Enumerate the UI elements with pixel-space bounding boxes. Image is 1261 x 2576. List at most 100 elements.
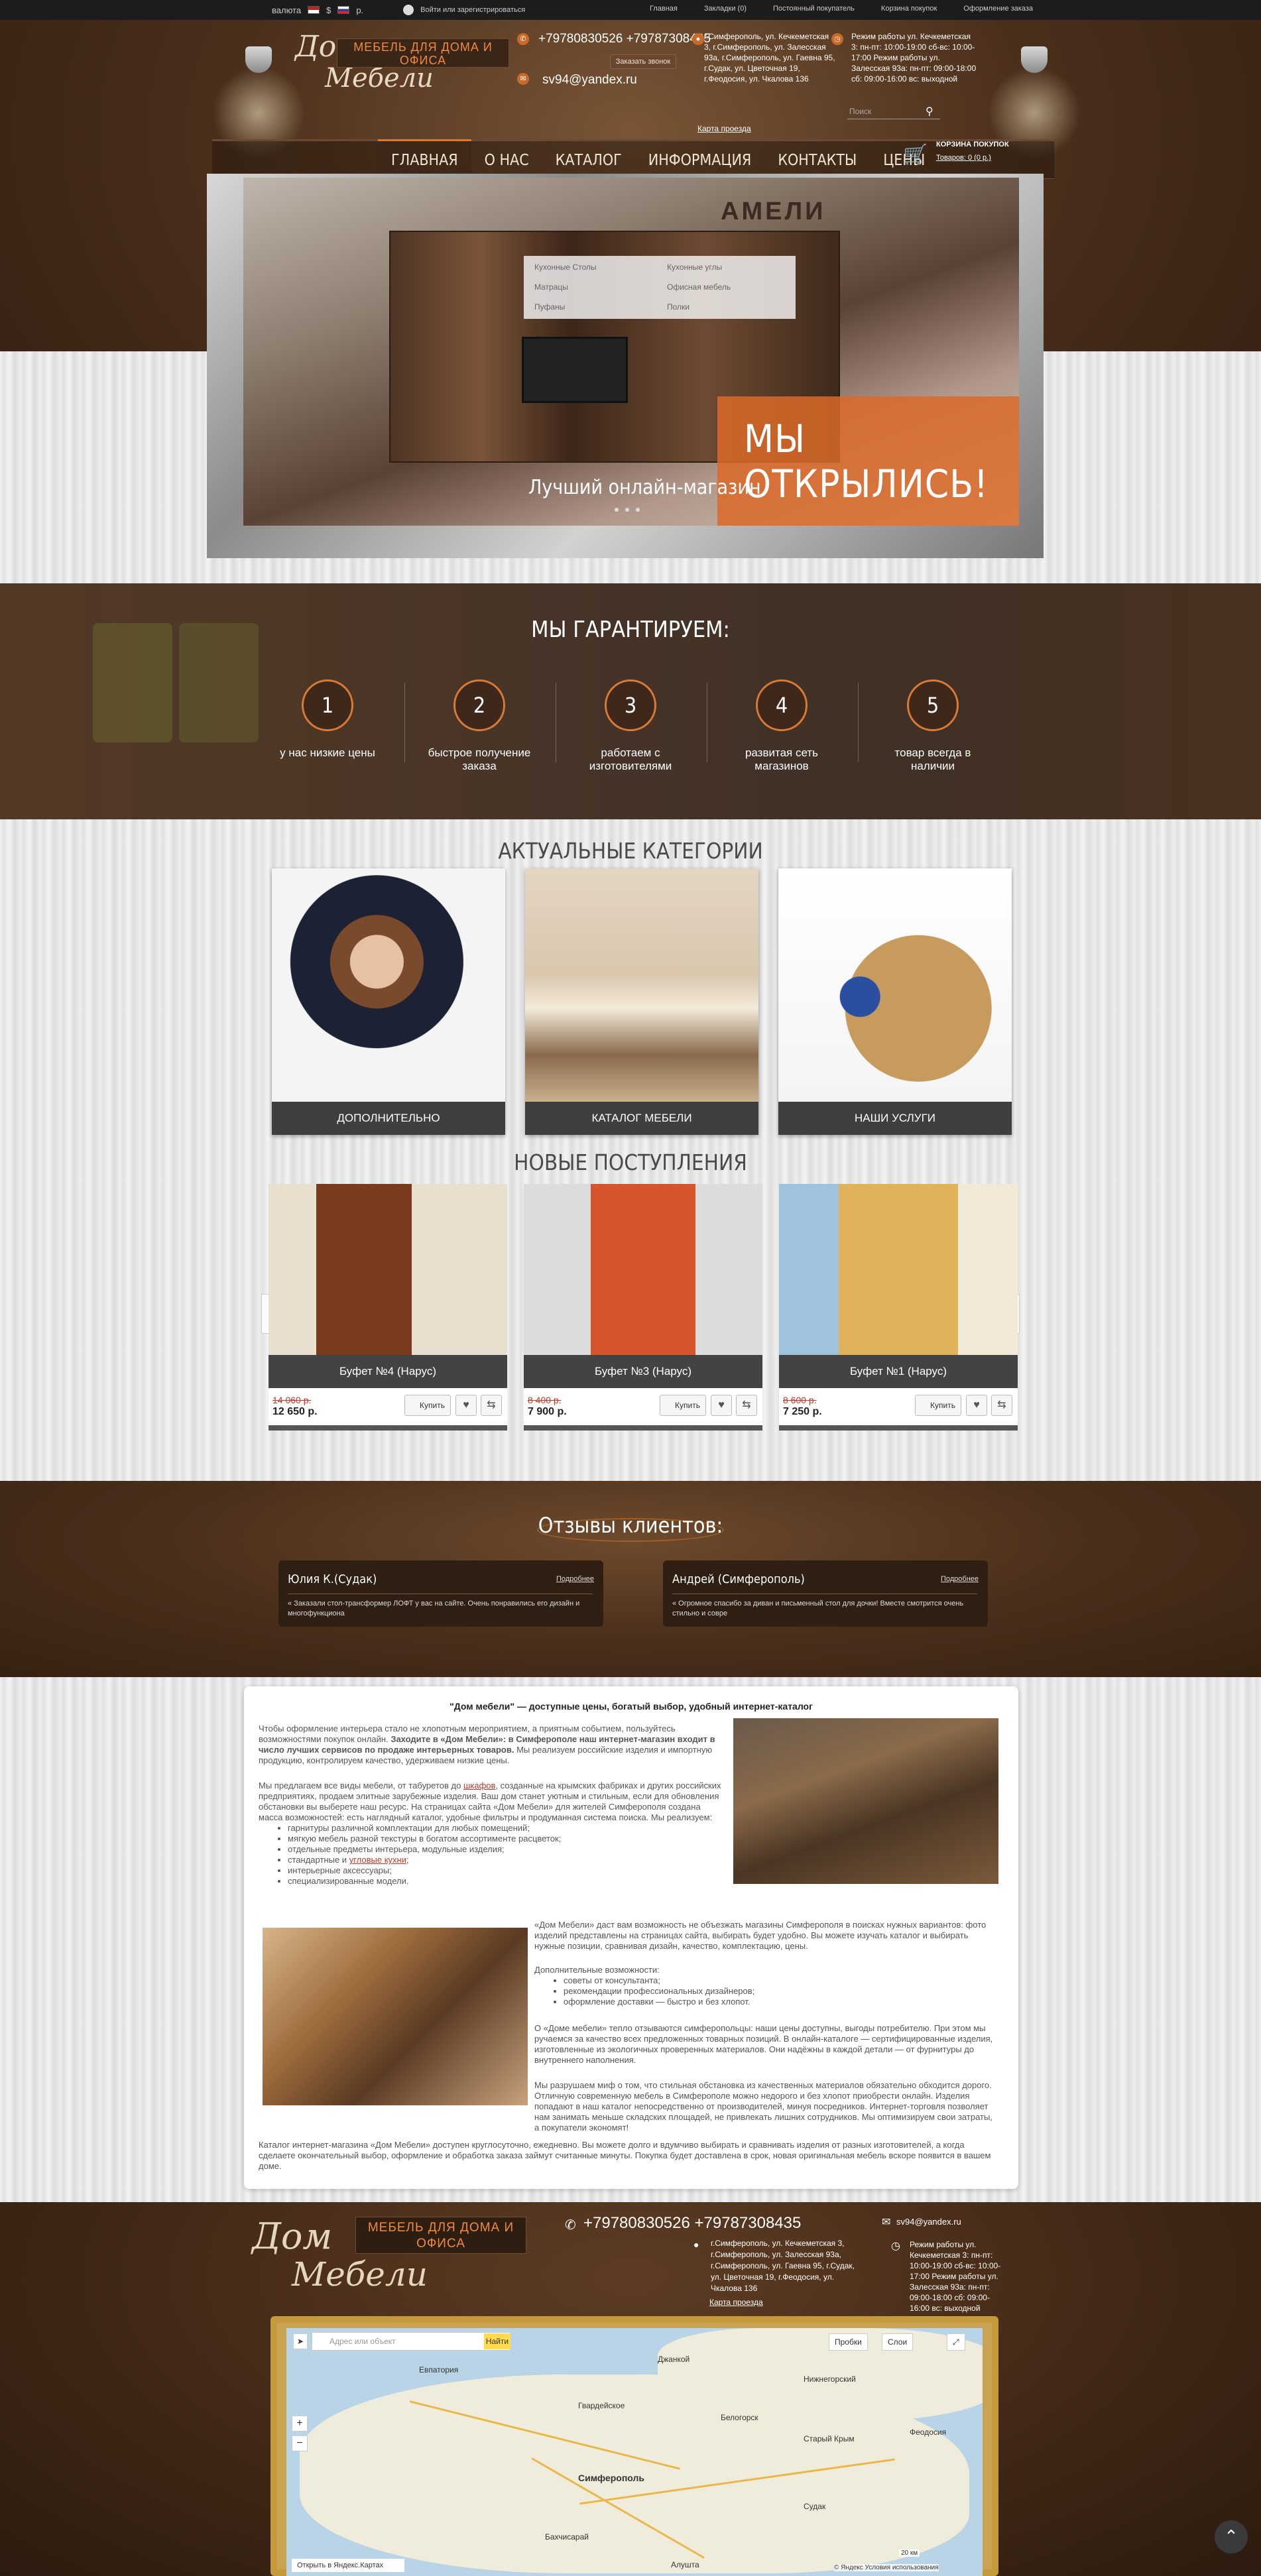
product-card[interactable]: Буфет №1 (Нарус) 8 600 р. 7 250 р. Купит…	[779, 1184, 1018, 1431]
dropdown-item[interactable]: Полки	[667, 302, 690, 312]
map-copyright[interactable]: © Яндекс Условия использования	[834, 2564, 939, 2571]
wishlist-heart-icon[interactable]: ♥	[455, 1395, 477, 1416]
map-traffic-button[interactable]: Пробки	[829, 2333, 868, 2351]
top-link-home[interactable]: Главная	[650, 5, 678, 13]
footer-phones: +79780830526 +79787308435	[583, 2214, 802, 2232]
map-zoom-out-button[interactable]: −	[292, 2435, 308, 2451]
category-card[interactable]: ДОПОЛНИТЕЛЬНО	[272, 868, 505, 1135]
category-image	[525, 868, 758, 1102]
corner-kitchens-link[interactable]: угловые кухни	[349, 1855, 406, 1865]
cart-value[interactable]: Товаров: 0 (0 р.)	[936, 154, 991, 162]
yandex-map[interactable]: Евпатория Джанкой Белогорск Старый Крым …	[286, 2328, 983, 2576]
menu-item-info[interactable]: ИНФОРМАЦИЯ	[635, 148, 765, 173]
top-link-wishlist[interactable]: Закладки (0)	[704, 5, 747, 13]
product-name[interactable]: Буфет №4 (Нарус)	[269, 1355, 507, 1388]
review-more-link[interactable]: Подробнее	[556, 1575, 594, 1583]
review-card[interactable]: Андрей (Симферополь) Подробнее « Огромно…	[663, 1560, 988, 1627]
product-name[interactable]: Буфет №1 (Нарус)	[779, 1355, 1018, 1388]
product-bar	[524, 1425, 762, 1431]
menu-item-contacts[interactable]: КОНТАКТЫ	[764, 148, 870, 173]
header-hours: Режим работы ул. Кечкеметская 3: пн-пт: …	[851, 32, 977, 84]
map-search-input[interactable]: Адрес или объект	[312, 2332, 510, 2351]
text-paragraph: «Дом Мебели» даст вам возможность не объ…	[534, 1920, 987, 1951]
wishlist-heart-icon[interactable]: ♥	[966, 1395, 987, 1416]
map-zoom-in-button[interactable]: +	[292, 2416, 308, 2431]
list-item: советы от консультанта;	[564, 1975, 998, 1986]
buy-button[interactable]: Купить	[915, 1395, 961, 1416]
wishlist-heart-icon[interactable]: ♥	[711, 1395, 732, 1416]
map-city: Алушта	[671, 2560, 699, 2569]
cart-title[interactable]: КОРЗИНА ПОКУПОК	[936, 141, 1009, 148]
category-label[interactable]: ДОПОЛНИТЕЛЬНО	[272, 1102, 505, 1135]
wardrobe-link[interactable]: шкафов	[463, 1781, 495, 1790]
top-link-account[interactable]: Постоянный покупатель	[773, 5, 855, 13]
review-author: Юлия К.(Судак)	[288, 1572, 377, 1586]
category-card[interactable]: КАТАЛОГ МЕБЕЛИ	[525, 868, 758, 1135]
footer-email[interactable]: sv94@yandex.ru	[896, 2217, 961, 2227]
map-layers-button[interactable]: Слои	[882, 2333, 914, 2351]
dropdown-item[interactable]: Матрацы	[534, 282, 568, 292]
currency-rub[interactable]: р.	[356, 5, 363, 15]
search-icon[interactable]: ⚲	[926, 105, 933, 118]
hero-slider[interactable]: АМЕЛИ МЫ ОТКРЫЛИСЬ! Лучший онлайн-магази…	[243, 178, 1019, 526]
call-back-button[interactable]: Заказать звонок	[610, 54, 676, 69]
mail-icon: ✉	[517, 73, 529, 85]
compare-icon[interactable]: ⇆	[736, 1395, 757, 1416]
slider-dot[interactable]	[615, 508, 619, 512]
product-old-price: 8 400 р.	[528, 1395, 562, 1405]
compare-icon[interactable]: ⇆	[481, 1395, 502, 1416]
footer-map-link[interactable]: Карта проезда	[709, 2298, 763, 2307]
dropdown-item[interactable]: Офисная мебель	[667, 282, 731, 292]
text-span: Дополнительные возможности:	[534, 1965, 660, 1975]
map-find-button[interactable]: Найти	[484, 2333, 510, 2349]
product-name[interactable]: Буфет №3 (Нарус)	[524, 1355, 762, 1388]
review-text: « Заказали стол-трансформер ЛОФТ у вас н…	[288, 1600, 580, 1617]
top-link-cart[interactable]: Корзина покупок	[881, 5, 937, 13]
guarantee-section: МЫ ГАРАНТИРУЕМ: 1 у нас низкие цены 2 бы…	[0, 583, 1261, 819]
slider-dots[interactable]	[615, 508, 640, 512]
dropdown-item[interactable]: Кухонные углы	[667, 263, 722, 272]
currency-usd[interactable]: $	[326, 5, 331, 15]
buy-button[interactable]: Купить	[404, 1395, 451, 1416]
product-card[interactable]: Буфет №4 (Нарус) 14 060 р. 12 650 р. Куп…	[269, 1184, 507, 1431]
category-label[interactable]: НАШИ УСЛУГИ	[778, 1102, 1012, 1135]
product-image[interactable]	[524, 1184, 762, 1355]
header-map-link[interactable]: Карта проезда	[697, 124, 751, 133]
menu-item-home[interactable]: ГЛАВНАЯ	[378, 139, 471, 173]
clock-icon: ◷	[891, 2241, 900, 2252]
currency-label: валюта	[272, 5, 302, 15]
top-links: Главная Закладки (0) Постоянный покупате…	[650, 5, 1033, 13]
product-image[interactable]	[779, 1184, 1018, 1355]
top-link-checkout[interactable]: Оформление заказа	[963, 5, 1033, 13]
product-card[interactable]: Буфет №3 (Нарус) 8 400 р. 7 900 р. Купит…	[524, 1184, 762, 1431]
review-more-link[interactable]: Подробнее	[941, 1575, 979, 1583]
compare-icon[interactable]: ⇆	[991, 1395, 1012, 1416]
guarantee-divider	[404, 683, 405, 762]
open-in-yandex-link[interactable]: Открыть в Яндекс.Картах	[292, 2559, 404, 2572]
map-fullscreen-icon[interactable]: ⤢	[947, 2333, 965, 2351]
map-city: Феодосия	[910, 2428, 947, 2437]
login-link[interactable]: Войти или зарегистрироваться	[420, 6, 525, 14]
product-image[interactable]	[269, 1184, 507, 1355]
geolocation-icon[interactable]: ➤	[293, 2333, 308, 2349]
buy-button[interactable]: Купить	[660, 1395, 706, 1416]
header-email[interactable]: sv94@yandex.ru	[542, 73, 637, 88]
dropdown-item[interactable]: Пуфаны	[534, 302, 565, 312]
product-price: 7 250 р.	[783, 1406, 822, 1417]
menu-item-about[interactable]: О НАС	[471, 148, 542, 173]
cart-icon[interactable]: 🛒	[903, 143, 928, 166]
map-city: Судак	[804, 2502, 826, 2511]
scroll-to-top-button[interactable]: ⌃	[1215, 2520, 1248, 2553]
logo-line2: Мебели	[292, 2255, 428, 2294]
text-paragraph: Чтобы оформление интерьера стало не хлоп…	[259, 1724, 723, 1766]
dropdown-item[interactable]: Кухонные Столы	[534, 263, 596, 272]
category-label[interactable]: КАТАЛОГ МЕБЕЛИ	[525, 1102, 758, 1135]
slider-dot[interactable]	[636, 508, 640, 512]
ru-flag-icon[interactable]	[337, 6, 350, 14]
menu-item-catalog[interactable]: КАТАЛОГ	[542, 148, 635, 173]
review-card[interactable]: Юлия К.(Судак) Подробнее « Заказали стол…	[278, 1560, 603, 1627]
category-image	[272, 868, 505, 1102]
slider-dot[interactable]	[625, 508, 629, 512]
category-card[interactable]: НАШИ УСЛУГИ	[778, 868, 1012, 1135]
us-flag-icon[interactable]	[308, 6, 320, 14]
